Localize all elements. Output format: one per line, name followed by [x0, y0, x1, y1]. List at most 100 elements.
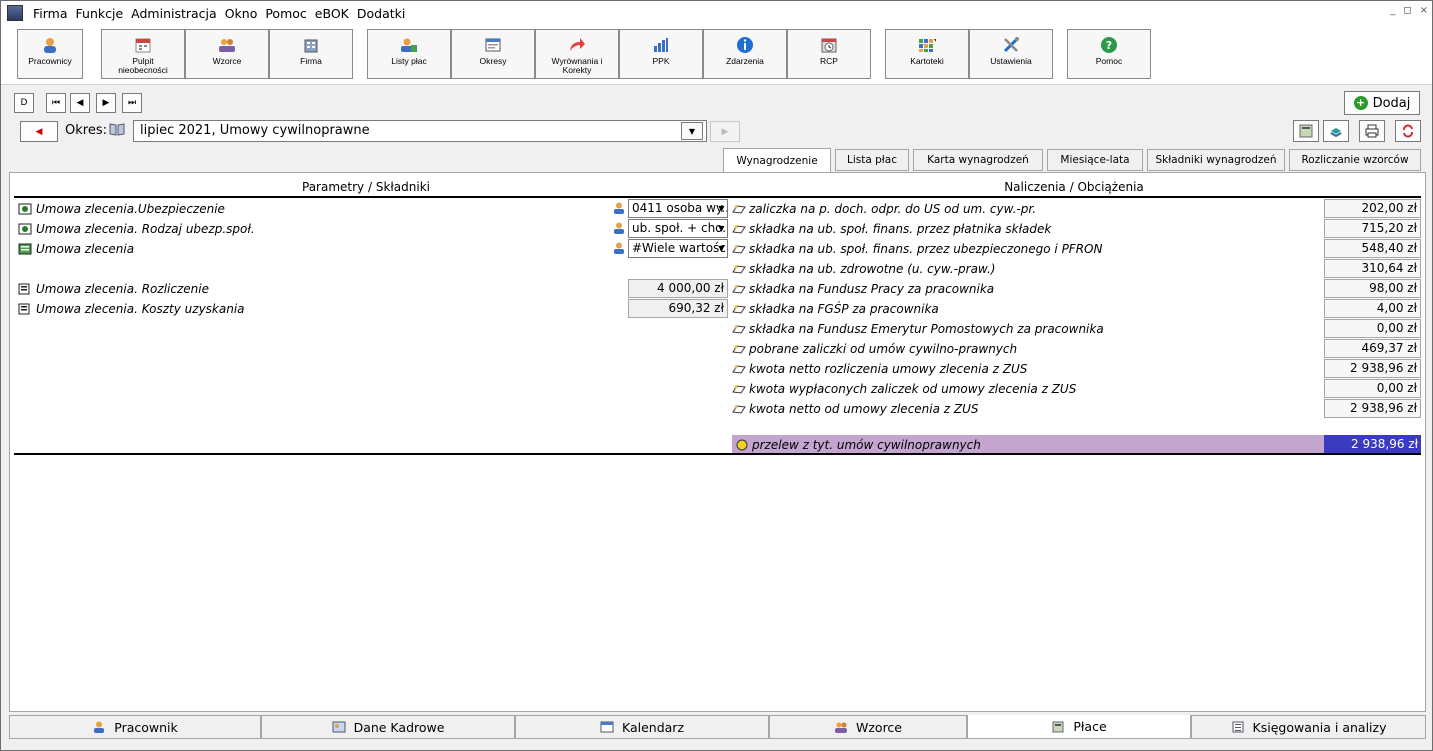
nav-first-record-button[interactable]: ⏮: [46, 93, 66, 113]
tab-dane-kadrowe[interactable]: Dane Kadrowe: [261, 715, 515, 739]
calculation-value[interactable]: 310,64 zł: [1324, 259, 1421, 278]
calculation-row[interactable]: kwota netto rozliczenia umowy zlecenia z…: [732, 359, 1324, 379]
app-icon[interactable]: [7, 5, 23, 21]
settlement-value[interactable]: 4 000,00 zł: [628, 279, 728, 298]
total-value[interactable]: 2 938,96 zł: [1324, 435, 1421, 455]
insurance-type-combo[interactable]: ub. społ. + cho...: [628, 219, 728, 238]
tab-wynagrodzenie[interactable]: Wynagrodzenie: [723, 148, 831, 172]
formula-icon: [732, 325, 746, 334]
document-icon: [18, 303, 30, 315]
toolbar-ppk-button[interactable]: PPK: [619, 29, 703, 79]
calculation-value[interactable]: 0,00 zł: [1324, 379, 1421, 398]
toolbar-ustawienia-button[interactable]: Ustawienia: [969, 29, 1053, 79]
tab-skladniki-wynagrodzen[interactable]: Składniki wynagrodzeń: [1147, 149, 1285, 171]
calculation-value[interactable]: 98,00 zł: [1324, 279, 1421, 298]
chevron-down-icon[interactable]: ▼: [716, 199, 727, 218]
toolbar-label: Okresy: [479, 56, 507, 66]
calculator-button[interactable]: [1293, 120, 1319, 142]
toolbar-pracownicy-button[interactable]: Pracownicy: [17, 29, 83, 79]
param-row[interactable]: Umowa zlecenia: [18, 239, 134, 259]
contract-icon: [18, 223, 32, 235]
payroll-icon: [400, 36, 418, 54]
close-button[interactable]: ×: [1420, 5, 1428, 16]
tab-lista-plac[interactable]: Lista płac: [835, 149, 909, 171]
toolbar-listy-plac-button[interactable]: Listy płac: [367, 29, 451, 79]
menu-dodatki[interactable]: Dodatki: [353, 6, 409, 21]
nav-first-button[interactable]: D: [14, 93, 34, 113]
chevron-down-icon[interactable]: ▼: [716, 239, 727, 258]
calculation-row[interactable]: składka na ub. społ. finans. przez ubezp…: [732, 239, 1324, 259]
param-row[interactable]: Umowa zlecenia. Rozliczenie: [18, 279, 209, 299]
toolbar-pomoc-button[interactable]: ? Pomoc: [1067, 29, 1151, 79]
calculation-row[interactable]: składka na FGŚP za pracownika: [732, 299, 1324, 319]
total-row[interactable]: przelew z tyt. umów cywilnoprawnych: [732, 435, 1324, 455]
calculation-value[interactable]: 2 938,96 zł: [1324, 359, 1421, 378]
calculation-value[interactable]: 2 938,96 zł: [1324, 399, 1421, 418]
menu-funkcje[interactable]: Funkcje: [72, 6, 128, 21]
toolbar-wzorce-button[interactable]: Wzorce: [185, 29, 269, 79]
calculation-row[interactable]: zaliczka na p. doch. odpr. do US od um. …: [732, 199, 1324, 219]
nav-next-button[interactable]: ▶: [96, 93, 116, 113]
param-row[interactable]: Umowa zlecenia.Ubezpieczenie: [18, 199, 225, 219]
toolbar-zdarzenia-button[interactable]: Zdarzenia: [703, 29, 787, 79]
calculation-value[interactable]: 548,40 zł: [1324, 239, 1421, 258]
calculation-value[interactable]: 4,00 zł: [1324, 299, 1421, 318]
window-icon: [484, 36, 502, 54]
calculation-row[interactable]: składka na Fundusz Pracy za pracownika: [732, 279, 1324, 299]
calculation-row[interactable]: składka na ub. społ. finans. przez płatn…: [732, 219, 1324, 239]
param-row[interactable]: Umowa zlecenia. Rodzaj ubezp.społ.: [18, 219, 255, 239]
calculator-icon: [1052, 721, 1064, 732]
calculation-value[interactable]: 469,37 zł: [1324, 339, 1421, 358]
add-button-label: Dodaj: [1372, 95, 1411, 111]
refresh-icon: [1403, 124, 1413, 138]
calculation-value[interactable]: 0,00 zł: [1324, 319, 1421, 338]
nav-last-button[interactable]: ⏭: [122, 93, 142, 113]
calendar-icon: [134, 36, 152, 54]
tab-ksiegowania[interactable]: Księgowania i analizy: [1191, 715, 1426, 739]
menu-okno[interactable]: Okno: [221, 6, 262, 21]
insurance-combo[interactable]: 0411 osoba wy...: [628, 199, 728, 218]
tab-karta-wynagrodzen[interactable]: Karta wynagrodzeń: [913, 149, 1043, 171]
calculation-row[interactable]: składka na ub. zdrowotne (u. cyw.-praw.): [732, 259, 1324, 279]
toolbar-okresy-button[interactable]: Okresy: [451, 29, 535, 79]
calculation-value[interactable]: 202,00 zł: [1324, 199, 1421, 218]
print-button[interactable]: [1359, 120, 1385, 142]
costs-value[interactable]: 690,32 zł: [628, 299, 728, 318]
restore-icon[interactable]: ◻: [1403, 5, 1411, 16]
tab-kalendarz[interactable]: Kalendarz: [515, 715, 769, 739]
tab-rozliczanie-wzorcow[interactable]: Rozliczanie wzorców: [1289, 149, 1421, 171]
toolbar-firma-button[interactable]: Firma: [269, 29, 353, 79]
calculation-row[interactable]: kwota netto od umowy zlecenia z ZUS: [732, 399, 1324, 419]
period-next-button[interactable]: ▶: [710, 121, 740, 142]
menu-firma[interactable]: Firma: [29, 6, 72, 21]
book-stack-button[interactable]: [1323, 120, 1349, 142]
toolbar-pulpit-button[interactable]: Pulpit nieobecności: [101, 29, 185, 79]
calculation-row[interactable]: pobrane zaliczki od umów cywilno-prawnyc…: [732, 339, 1324, 359]
contract-combo[interactable]: #Wiele wartości: [628, 239, 728, 258]
calculation-value[interactable]: 715,20 zł: [1324, 219, 1421, 238]
minimize-button[interactable]: _: [1390, 5, 1395, 16]
tab-pracownik[interactable]: Pracownik: [9, 715, 261, 739]
toolbar-wyrownania-button[interactable]: Wyrównania i Korekty: [535, 29, 619, 79]
menu-ebok[interactable]: eBOK: [311, 6, 353, 21]
period-select[interactable]: lipiec 2021, Umowy cywilnoprawne: [133, 120, 707, 142]
clock-icon: [820, 36, 838, 54]
tab-miesiace-lata[interactable]: Miesiące-lata: [1047, 149, 1143, 171]
menu-administracja[interactable]: Administracja: [127, 6, 221, 21]
calculation-row[interactable]: składka na Fundusz Emerytur Pomostowych …: [732, 319, 1324, 339]
refresh-button[interactable]: [1395, 120, 1421, 142]
period-prev-button[interactable]: ◀: [20, 121, 58, 142]
toolbar-rcp-button[interactable]: RCP: [787, 29, 871, 79]
param-row[interactable]: Umowa zlecenia. Koszty uzyskania: [18, 299, 245, 319]
nav-prev-button[interactable]: ◀: [70, 93, 90, 113]
toolbar-kartoteki-button[interactable]: Kartoteki: [885, 29, 969, 79]
add-button[interactable]: + Dodaj: [1344, 91, 1420, 115]
chevron-down-icon[interactable]: ▼: [716, 219, 727, 238]
tab-wzorce[interactable]: Wzorce: [769, 715, 967, 739]
document-icon: [18, 283, 30, 295]
calculation-row[interactable]: kwota wypłaconych zaliczek od umowy zlec…: [732, 379, 1324, 399]
tab-place[interactable]: Płace: [967, 715, 1191, 739]
menu-bar: Firma Funkcje Administracja Okno Pomoc e…: [1, 1, 1432, 25]
menu-pomoc[interactable]: Pomoc: [261, 6, 310, 21]
period-dropdown-button[interactable]: ▼: [681, 122, 703, 140]
